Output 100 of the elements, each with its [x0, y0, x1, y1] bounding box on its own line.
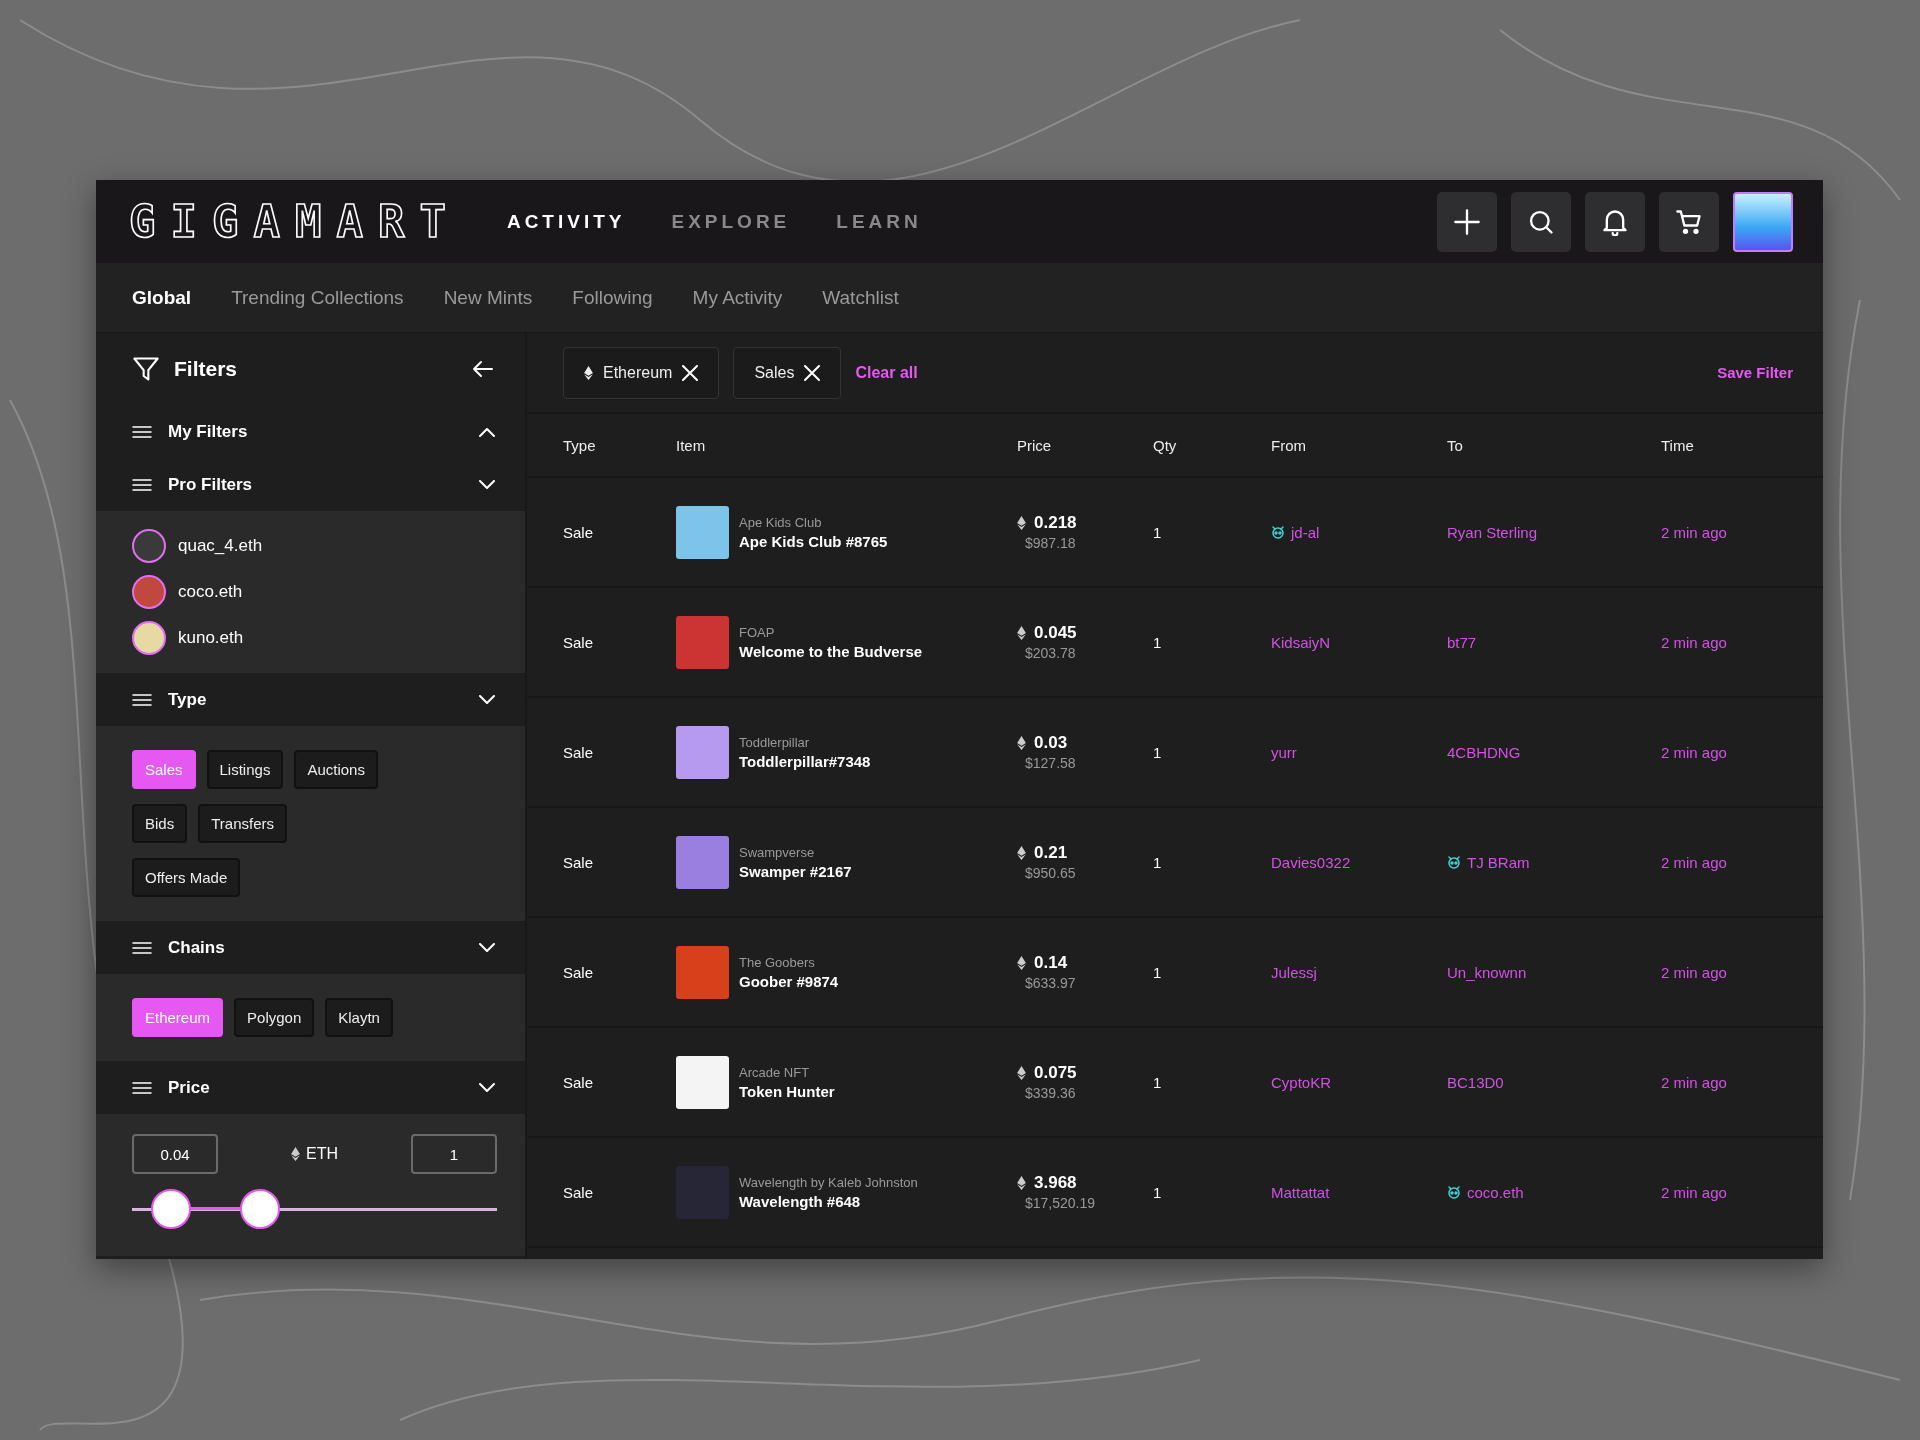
user-link[interactable]: Davies0322: [1271, 853, 1351, 871]
time-cell-text: 2 min ago: [1661, 853, 1728, 871]
user-link[interactable]: Mattattat: [1271, 1183, 1330, 1201]
ethereum-icon: [1017, 1176, 1026, 1190]
section-title[interactable]: Type: [168, 689, 479, 710]
chevron-down-icon[interactable]: [479, 479, 495, 490]
user-link[interactable]: coco.eth: [1467, 1183, 1524, 1201]
user-link[interactable]: Un_knownn: [1447, 963, 1527, 981]
time-cell-text: 2 min ago: [1661, 523, 1728, 541]
nft-thumbnail[interactable]: [676, 945, 729, 999]
tab[interactable]: Following: [572, 286, 653, 309]
chevron-down-icon[interactable]: [479, 694, 495, 705]
menu-icon: [132, 1081, 152, 1094]
user-link[interactable]: BC13D0: [1447, 1073, 1504, 1091]
logo-text[interactable]: GIGAMART: [129, 199, 461, 244]
active-filter-chip[interactable]: Ethereum: [563, 346, 720, 399]
add-button[interactable]: [1437, 191, 1497, 252]
user-link[interactable]: TJ BRam: [1467, 853, 1530, 871]
nav-link[interactable]: ACTIVITY: [506, 210, 626, 233]
nft-thumbnail[interactable]: [676, 1055, 729, 1109]
nav-link[interactable]: EXPLORE: [671, 210, 791, 233]
menu-icon: [132, 941, 152, 954]
ethereum-icon: [1017, 846, 1026, 860]
nft-thumbnail[interactable]: [676, 835, 729, 889]
filter-chip[interactable]: Transfers: [198, 804, 287, 843]
cat-face-icon: [1271, 525, 1285, 539]
filter-chip[interactable]: Klaytn: [325, 998, 393, 1037]
user-link[interactable]: 4CBHDNG: [1447, 743, 1521, 761]
menu-icon: [132, 425, 152, 438]
max-price-field[interactable]: 1: [411, 1134, 497, 1174]
filter-chip[interactable]: Listings: [206, 750, 284, 789]
search-button[interactable]: [1511, 191, 1571, 252]
qty-cell-text: 1: [1153, 853, 1163, 871]
user-name[interactable]: coco.eth: [178, 582, 243, 602]
user-link[interactable]: CyptoKR: [1271, 1073, 1332, 1091]
time-cell-text: 2 min ago: [1661, 1073, 1728, 1091]
collection-name: Swampverse: [739, 844, 816, 860]
section-title[interactable]: Pro Filters: [168, 474, 479, 495]
tab[interactable]: New Mints: [443, 286, 533, 309]
user-link[interactable]: KidsaiyN: [1271, 633, 1331, 651]
save-filter-link[interactable]: Save Filter: [1717, 364, 1793, 381]
tab[interactable]: Trending Collections: [231, 286, 404, 309]
section-title[interactable]: My Filters: [168, 421, 479, 442]
nav-link[interactable]: LEARN: [836, 210, 922, 233]
column-header: Type: [563, 436, 597, 454]
filter-chip[interactable]: Bids: [132, 804, 188, 843]
section-title[interactable]: Price: [168, 1077, 479, 1098]
active-filter-chip[interactable]: Sales: [733, 346, 842, 399]
type-cell-text: Sale: [563, 633, 595, 651]
item-name[interactable]: Ape Kids Club #8765: [739, 532, 888, 550]
user-link[interactable]: jd-al: [1291, 523, 1320, 541]
filter-chip[interactable]: Auctions: [294, 750, 378, 789]
cart-icon: [1675, 207, 1703, 236]
item-name[interactable]: Swamper #2167: [739, 862, 852, 880]
eth-price: 3.968: [1034, 1173, 1077, 1193]
user-link[interactable]: Ryan Sterling: [1447, 523, 1538, 541]
item-name[interactable]: Goober #9874: [739, 972, 839, 990]
user-name[interactable]: quac_4.eth: [178, 536, 263, 556]
user-link[interactable]: bt77: [1447, 633, 1477, 651]
usd-price: $950.65: [1025, 865, 1076, 881]
filter-chip[interactable]: Polygon: [234, 998, 315, 1037]
ethereum-icon: [1017, 626, 1026, 640]
type-cell-text: Sale: [563, 853, 595, 871]
close-icon: [804, 364, 821, 381]
item-name[interactable]: Wavelength #648: [739, 1192, 918, 1210]
collection-name: Ape Kids Club: [739, 514, 823, 530]
type-cell-text: Sale: [563, 1183, 595, 1201]
nft-thumbnail[interactable]: [676, 725, 729, 779]
slider-handle[interactable]: [150, 1189, 191, 1229]
usd-price: $633.97: [1025, 975, 1076, 991]
user-link[interactable]: Julessj: [1271, 963, 1317, 981]
tab[interactable]: Watchlist: [822, 286, 899, 309]
notifications-button[interactable]: [1585, 191, 1645, 252]
nft-thumbnail[interactable]: [676, 505, 729, 559]
tab[interactable]: Global: [132, 286, 192, 309]
chevron-down-icon[interactable]: [479, 942, 495, 953]
tab[interactable]: My Activity: [692, 286, 783, 309]
nft-thumbnail[interactable]: [676, 615, 729, 669]
clear-all-link[interactable]: Clear all: [855, 363, 1704, 382]
eth-price: 0.21: [1034, 843, 1068, 863]
section-title[interactable]: Chains: [168, 937, 479, 958]
slider-handle[interactable]: [239, 1189, 280, 1229]
ethereum-icon: [1017, 956, 1026, 970]
item-name[interactable]: Welcome to the Budverse: [739, 642, 923, 660]
item-name[interactable]: Token Hunter: [739, 1082, 835, 1100]
close-icon: [682, 364, 699, 381]
user-link[interactable]: yurr: [1271, 743, 1297, 761]
user-name[interactable]: kuno.eth: [178, 628, 244, 648]
min-price-field[interactable]: 0.04: [132, 1134, 218, 1174]
filter-chip[interactable]: Offers Made: [132, 858, 241, 897]
time-cell-text: 2 min ago: [1661, 633, 1728, 651]
chevron-up-icon[interactable]: [479, 426, 495, 437]
ethereum-icon: [584, 365, 593, 380]
filter-icon: [132, 355, 160, 383]
chevron-down-icon[interactable]: [479, 1082, 495, 1093]
qty-cell-text: 1: [1153, 743, 1163, 761]
cart-button[interactable]: [1659, 191, 1719, 252]
nft-thumbnail[interactable]: [676, 1165, 729, 1219]
item-name[interactable]: Toddlerpillar#7348: [739, 752, 871, 770]
avatar-image[interactable]: [1733, 191, 1793, 252]
